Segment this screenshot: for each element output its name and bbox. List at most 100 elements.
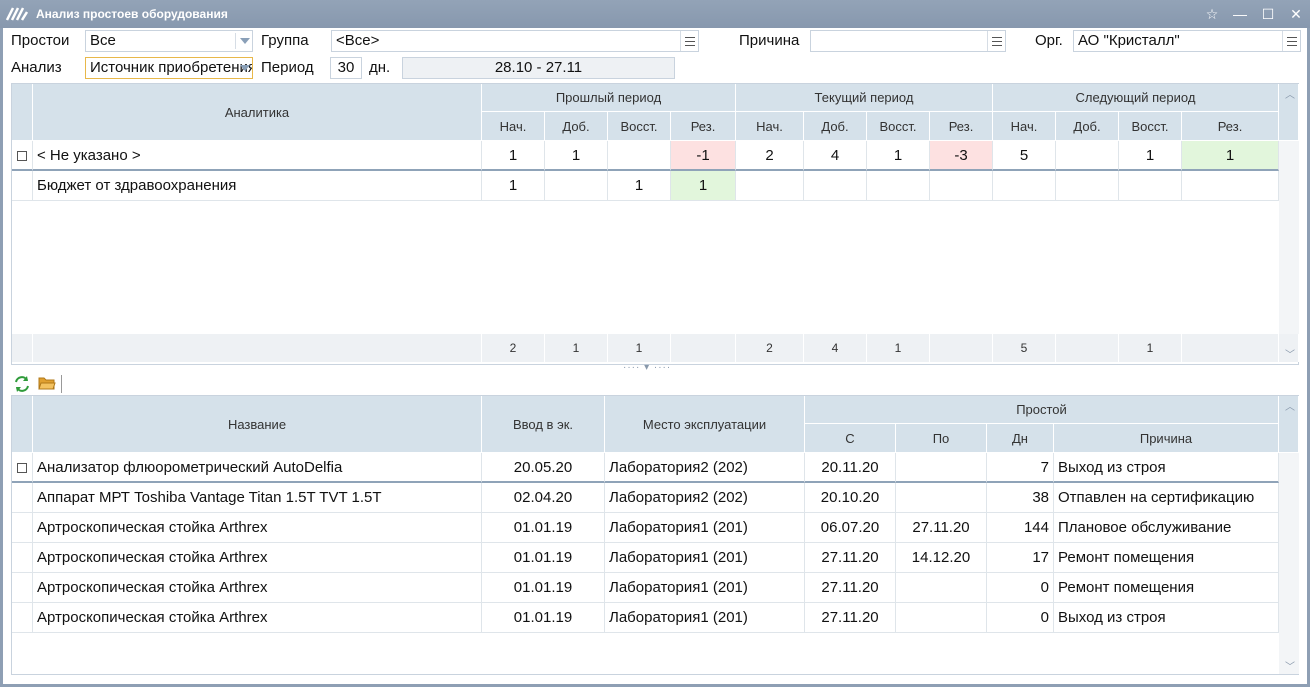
cell-days[interactable]: 17 [987, 543, 1054, 573]
row-value[interactable]: 1 [671, 171, 736, 201]
cell-from[interactable]: 06.07.20 [805, 513, 896, 543]
row-value[interactable] [608, 141, 671, 171]
cell-name[interactable]: Артроскопическая стойка Arthrex [33, 543, 482, 573]
header-subcol[interactable]: Доб. [1056, 112, 1119, 141]
cell-commission[interactable]: 01.01.19 [482, 603, 605, 633]
row-name[interactable]: Бюджет от здравоохранения [33, 171, 482, 201]
row-value[interactable]: 4 [804, 141, 867, 171]
cell-days[interactable]: 0 [987, 573, 1054, 603]
downtime-select[interactable]: Все [85, 30, 253, 52]
header-subcol[interactable]: Нач. [736, 112, 804, 141]
cell-name[interactable]: Анализатор флюорометрический AutoDelfia [33, 453, 482, 483]
row-value[interactable] [993, 171, 1056, 201]
row-value[interactable]: 1 [482, 141, 545, 171]
cell-to[interactable] [896, 573, 987, 603]
header-reason[interactable]: Причина [1054, 424, 1279, 453]
cell-commission[interactable]: 01.01.19 [482, 573, 605, 603]
row-selector[interactable] [12, 141, 33, 171]
row-selector[interactable] [12, 543, 33, 573]
cell-reason[interactable]: Выход из строя [1054, 603, 1279, 633]
row-value[interactable]: 1 [482, 171, 545, 201]
cell-reason[interactable]: Плановое обслуживание [1054, 513, 1279, 543]
cell-reason[interactable]: Ремонт помещения [1054, 543, 1279, 573]
cell-reason[interactable]: Ремонт помещения [1054, 573, 1279, 603]
header-subcol[interactable]: Восст. [867, 112, 930, 141]
row-selector[interactable] [12, 483, 33, 513]
cell-days[interactable]: 0 [987, 603, 1054, 633]
cell-location[interactable]: Лаборатория2 (202) [605, 483, 805, 513]
row-selector[interactable] [12, 573, 33, 603]
cell-to[interactable]: 27.11.20 [896, 513, 987, 543]
row-value[interactable] [736, 171, 804, 201]
row-checkbox[interactable] [17, 463, 27, 473]
header-subcol[interactable]: Восст. [1119, 112, 1182, 141]
cell-to[interactable] [896, 453, 987, 483]
header-subcol[interactable]: Доб. [545, 112, 608, 141]
cell-reason[interactable]: Отпавлен на сертификацию [1054, 483, 1279, 513]
details-grid[interactable]: Название Ввод в эк. Место эксплуатации Прос… [11, 395, 1299, 675]
minimize-icon[interactable]: — [1226, 0, 1254, 28]
cell-days[interactable]: 38 [987, 483, 1054, 513]
row-value[interactable] [1056, 171, 1119, 201]
maximize-icon[interactable]: ☐ [1254, 0, 1282, 28]
cell-name[interactable]: Артроскопическая стойка Arthrex [33, 573, 482, 603]
row-selector[interactable] [12, 603, 33, 633]
chevron-down-icon[interactable] [240, 65, 250, 71]
cell-from[interactable]: 20.11.20 [805, 453, 896, 483]
row-value[interactable]: -3 [930, 141, 993, 171]
header-subcol[interactable]: Рез. [930, 112, 993, 141]
row-value[interactable] [804, 171, 867, 201]
reason-menu-icon[interactable] [987, 31, 1005, 51]
cell-commission[interactable]: 01.01.19 [482, 513, 605, 543]
header-subcol[interactable]: Рез. [671, 112, 736, 141]
header-days[interactable]: Дн [987, 424, 1054, 453]
row-value[interactable] [545, 171, 608, 201]
header-from[interactable]: С [805, 424, 896, 453]
cell-to[interactable]: 14.12.20 [896, 543, 987, 573]
header-commission[interactable]: Ввод в эк. [482, 396, 605, 453]
row-value[interactable]: 1 [867, 141, 930, 171]
cell-days[interactable]: 7 [987, 453, 1054, 483]
refresh-icon[interactable] [13, 375, 31, 393]
summary-grid[interactable]: Аналитика Прошлый период Нач. Доб. Восст. Рез… [11, 83, 1299, 365]
row-value[interactable]: -1 [671, 141, 736, 171]
header-subcol[interactable]: Нач. [993, 112, 1056, 141]
cell-from[interactable]: 20.10.20 [805, 483, 896, 513]
cell-name[interactable]: Аппарат МРТ Toshiba Vantage Titan 1.5T T… [33, 483, 482, 513]
header-to[interactable]: По [896, 424, 987, 453]
cell-commission[interactable]: 01.01.19 [482, 543, 605, 573]
reason-field[interactable] [810, 30, 1006, 52]
cell-days[interactable]: 144 [987, 513, 1054, 543]
row-value[interactable] [1119, 171, 1182, 201]
cell-to[interactable] [896, 483, 987, 513]
scroll-down-icon[interactable]: ﹀ [1285, 346, 1295, 361]
org-menu-icon[interactable] [1282, 31, 1300, 51]
row-value[interactable]: 2 [736, 141, 804, 171]
scroll-down-icon[interactable]: ﹀ [1285, 658, 1295, 673]
header-subcol[interactable]: Рез. [1182, 112, 1279, 141]
row-value[interactable] [867, 171, 930, 201]
row-value[interactable] [1056, 141, 1119, 171]
row-value[interactable]: 1 [608, 171, 671, 201]
row-value[interactable] [1182, 171, 1279, 201]
header-subcol[interactable]: Восст. [608, 112, 671, 141]
cell-name[interactable]: Артроскопическая стойка Arthrex [33, 513, 482, 543]
close-icon[interactable]: ✕ [1282, 0, 1310, 28]
cell-location[interactable]: Лаборатория1 (201) [605, 573, 805, 603]
header-subcol[interactable]: Доб. [804, 112, 867, 141]
row-checkbox[interactable] [17, 151, 27, 161]
chevron-down-icon[interactable] [240, 38, 250, 44]
row-selector[interactable] [12, 171, 33, 201]
row-value[interactable]: 1 [1182, 141, 1279, 171]
header-name[interactable]: Название [33, 396, 482, 453]
cell-location[interactable]: Лаборатория1 (201) [605, 543, 805, 573]
scroll-up-icon[interactable]: ︿ [1285, 398, 1295, 413]
star-icon[interactable]: ☆ [1198, 0, 1226, 28]
period-input[interactable]: 30 [330, 57, 362, 79]
cell-commission[interactable]: 02.04.20 [482, 483, 605, 513]
row-selector[interactable] [12, 453, 33, 483]
vertical-scrollbar[interactable] [1279, 453, 1299, 674]
header-location[interactable]: Место эксплуатации [605, 396, 805, 453]
row-name[interactable]: < Не указано > [33, 141, 482, 171]
folder-icon[interactable] [38, 375, 56, 393]
